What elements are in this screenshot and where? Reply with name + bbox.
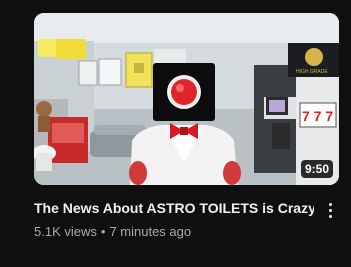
camera-lens (171, 79, 197, 105)
duration-badge: 9:50 (300, 160, 333, 178)
video-thumbnail[interactable]: 7 7 7 HIGH GRADE 9:50 (34, 13, 339, 185)
more-vert-icon[interactable] (320, 198, 340, 222)
video-card[interactable]: 7 7 7 HIGH GRADE 9:50 The News About AST… (0, 0, 351, 267)
video-metadata: 5.1K views • 7 minutes ago (34, 224, 191, 240)
meta-separator: • (100, 224, 106, 239)
sign-text: HIGH GRADE (296, 69, 328, 75)
video-title[interactable]: The News About ASTRO TOILETS is Crazy (34, 199, 314, 217)
slot-reels: 7 7 7 (302, 108, 333, 124)
view-count: 5.1K views (34, 224, 97, 239)
thumbnail-image: 7 7 7 HIGH GRADE (34, 13, 339, 185)
upload-age: 7 minutes ago (109, 224, 192, 239)
